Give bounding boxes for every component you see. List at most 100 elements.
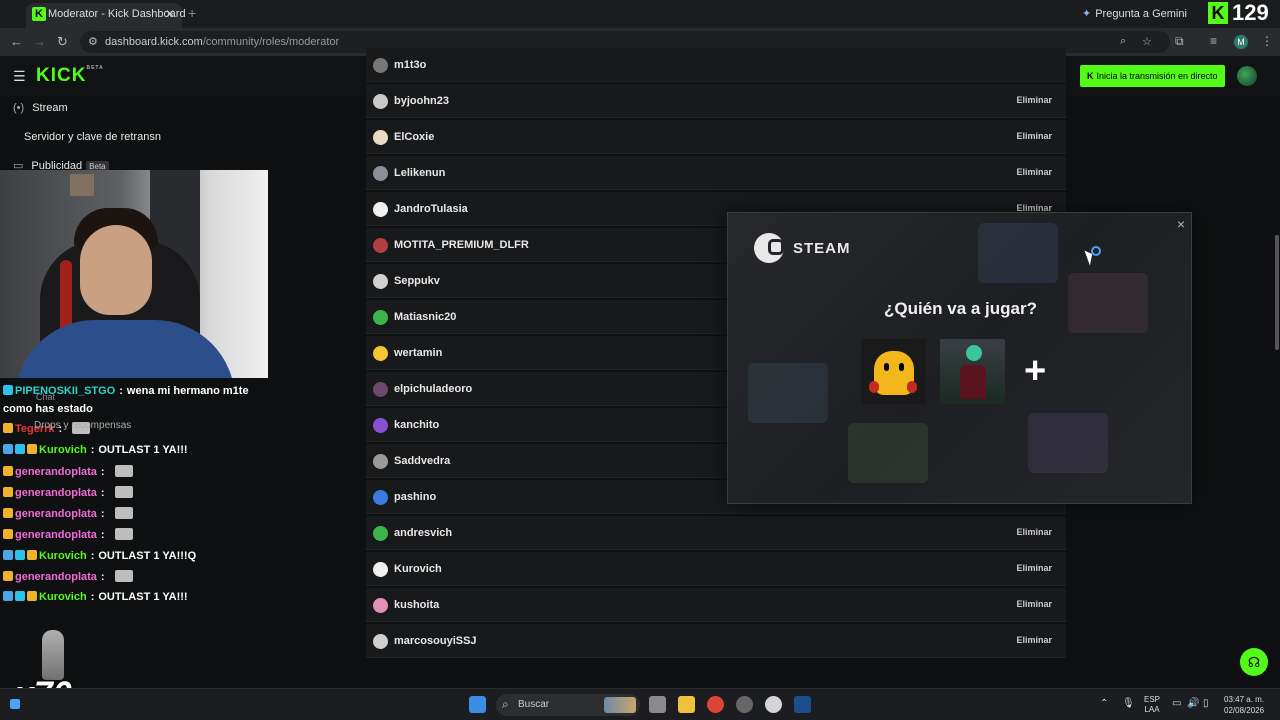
chat-username[interactable]: generandoplata (15, 529, 97, 541)
task-view-icon[interactable] (649, 696, 666, 713)
chat-message: Kurovich: OUTLAST 1 YA!!! (3, 591, 188, 603)
chat-message-continuation: como has estado (3, 403, 93, 415)
chat-message: generandoplata: (3, 570, 133, 583)
vip-badge-icon (15, 591, 25, 601)
file-explorer-icon[interactable] (678, 696, 695, 713)
windows-start-icon[interactable] (469, 696, 486, 713)
vip-badge-icon (15, 444, 25, 454)
moderator-avatar (373, 238, 388, 253)
table-row: Lelikenun Eliminar (366, 156, 1066, 190)
site-info-icon[interactable]: ⚙ (88, 35, 98, 48)
remove-moderator-button[interactable]: Eliminar (1016, 167, 1052, 177)
close-tab-icon[interactable]: ✕ (165, 7, 175, 21)
zoom-icon[interactable]: ⌕ (1120, 35, 1126, 48)
go-live-button[interactable]: K Inicia la transmisión en directo (1080, 65, 1225, 87)
page-scrollbar[interactable] (1275, 235, 1279, 350)
taskbar-search[interactable]: ⌕ Buscar (496, 694, 640, 716)
steam-account-2[interactable] (940, 339, 1005, 404)
chat-username[interactable]: PIPENOSKII_STGO (15, 385, 115, 397)
sidebar-item-label: Chat (36, 392, 56, 402)
sidebar-item-stream-key[interactable]: Servidor y clave de retransn (24, 131, 161, 143)
go-live-label: Inicia la transmisión en directo (1096, 71, 1218, 81)
remove-moderator-button[interactable]: Eliminar (1016, 131, 1052, 141)
close-icon[interactable]: × (1177, 216, 1185, 232)
steam-taskbar-icon[interactable] (794, 696, 811, 713)
forward-icon[interactable]: → (33, 34, 46, 49)
microphone-icon[interactable]: 🎙 (1122, 698, 1135, 709)
chat-separator: : (90, 591, 95, 603)
media-player-icon[interactable] (765, 696, 782, 713)
chat-username[interactable]: generandoplata (15, 487, 97, 499)
kick-favicon-icon: K (32, 7, 46, 21)
steam-logo: STEAM (754, 233, 851, 263)
steam-prompt: ¿Quién va a jugar? (883, 299, 1038, 318)
chat-message: generandoplata: (3, 486, 133, 499)
remove-moderator-button[interactable]: Eliminar (1016, 563, 1052, 573)
kick-small-icon: K (1087, 71, 1094, 81)
table-row: andresvich Eliminar (366, 516, 1066, 550)
table-row: Kurovich Eliminar (366, 552, 1066, 586)
gemini-button[interactable]: ✦ Pregunta a Gemini (1082, 7, 1187, 20)
remove-moderator-button[interactable]: Eliminar (1016, 527, 1052, 537)
broadcast-icon: (•) (13, 102, 25, 114)
extensions-icon[interactable]: ⧉ (1175, 34, 1184, 49)
vip-badge-icon (15, 550, 25, 560)
chat-separator: : (119, 385, 123, 397)
hamburger-menu-icon[interactable]: ☰ (13, 68, 26, 85)
cat-emote-icon (114, 570, 133, 582)
chat-username[interactable]: generandoplata (15, 466, 97, 478)
obs-icon[interactable] (736, 696, 753, 713)
logo-text: KICK (36, 65, 87, 86)
subscriber-badge-icon (3, 508, 13, 518)
search-label: Buscar (518, 699, 550, 710)
lang-bottom: LAA (1144, 705, 1160, 714)
moderator-badge-icon (3, 591, 13, 601)
subscriber-badge-icon (3, 571, 13, 581)
menu-kebab-icon[interactable]: ⋮ (1261, 34, 1273, 48)
remove-moderator-button[interactable]: Eliminar (1016, 95, 1052, 105)
moderator-avatar (373, 562, 388, 577)
lang-top: ESP (1144, 695, 1161, 704)
moderator-name: Saddvedra (394, 455, 451, 467)
moderator-avatar (373, 382, 388, 397)
kick-logo[interactable]: KICKBETA (36, 65, 104, 87)
chat-username[interactable]: Kurovich (39, 591, 87, 603)
sidebar-item-chat[interactable]: Chat (36, 392, 55, 402)
volume-icon[interactable]: 🔊 (1187, 698, 1199, 709)
moderator-avatar (373, 418, 388, 433)
new-tab-button[interactable]: + (188, 5, 196, 21)
tab-moderator[interactable]: K Moderator - Kick Dashboard ✕ (26, 3, 186, 28)
media-icon[interactable]: ≡ (1210, 34, 1217, 48)
remove-moderator-button[interactable]: Eliminar (1016, 599, 1052, 609)
remove-moderator-button[interactable]: Eliminar (1016, 635, 1052, 645)
chat-username[interactable]: Kurovich (39, 550, 87, 562)
chrome-icon[interactable] (707, 696, 724, 713)
sidebar-item-label: Stream (32, 102, 68, 114)
steam-account-1[interactable] (861, 339, 926, 404)
chat-username[interactable]: generandoplata (15, 508, 97, 520)
browser-profile-avatar[interactable]: M (1234, 35, 1248, 49)
weather-icon[interactable] (10, 699, 20, 709)
steam-account-picker: STEAM × ¿Quién va a jugar? + (727, 212, 1192, 504)
reload-icon[interactable]: ↻ (57, 34, 68, 50)
table-row: kushoita Eliminar (366, 588, 1066, 622)
sidebar-item-stream[interactable]: (•) Stream (13, 102, 68, 114)
chat-username[interactable]: generandoplata (15, 571, 97, 583)
search-icon: ⌕ (502, 697, 509, 711)
back-icon[interactable]: ← (10, 34, 23, 49)
gift-badge-icon (3, 385, 13, 395)
battery-icon[interactable]: ▯ (1203, 698, 1209, 709)
help-chat-icon[interactable]: ☊ (1240, 648, 1268, 676)
language-indicator[interactable]: ESP LAA (1144, 695, 1160, 715)
clock[interactable]: 03:47 a. m. 02/08/2026 (1224, 694, 1264, 716)
subscriber-badge-icon (27, 550, 37, 560)
sidebar-item-drops[interactable]: Drops y recompensas (34, 420, 131, 431)
add-account-button[interactable]: + (1024, 351, 1046, 391)
tray-chevron-icon[interactable]: ⌃ (1100, 698, 1108, 709)
user-avatar[interactable] (1237, 66, 1257, 86)
bookmark-star-icon[interactable]: ☆ (1142, 35, 1152, 48)
moderator-name: kushoita (394, 599, 440, 611)
network-icon[interactable]: ▭ (1172, 698, 1181, 709)
chat-username[interactable]: Kurovich (39, 444, 87, 456)
moderator-name: kanchito (394, 419, 440, 431)
